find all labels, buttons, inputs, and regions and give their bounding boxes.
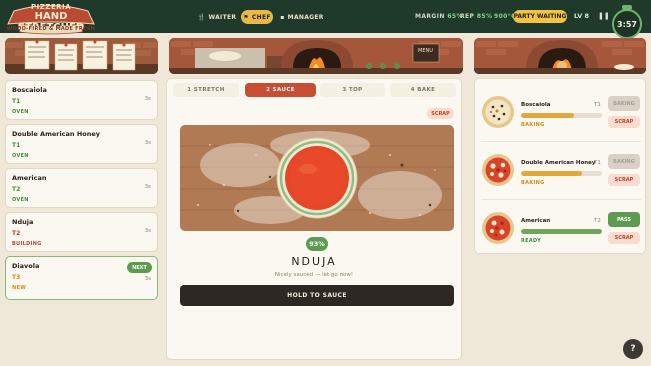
oven-table: T1 bbox=[594, 160, 601, 166]
party-waiting-badge[interactable]: PARTY WAITING bbox=[513, 10, 567, 23]
prep-station-panel: 1 STRETCH 2 SAUCE 3 TOP 4 BAKE SCRAP 93%… bbox=[166, 78, 462, 360]
order-ticket[interactable]: Double American Honey T1 OVEN 3s bbox=[5, 124, 158, 164]
shift-timer: 3:57 bbox=[612, 9, 642, 39]
ticket-table: T1 bbox=[12, 142, 21, 149]
svg-text:MENU: MENU bbox=[418, 48, 433, 54]
role-tab-label: MANAGER bbox=[287, 13, 324, 21]
bake-progress-bar bbox=[521, 113, 602, 118]
current-pizza-name: NDUJA bbox=[291, 255, 337, 268]
ticket-table: T1 bbox=[12, 98, 21, 105]
oven-scrap-button[interactable]: SCRAP bbox=[608, 232, 640, 244]
pause-icon[interactable]: ❚❚ bbox=[598, 12, 610, 20]
oven-pizza-image bbox=[482, 96, 514, 128]
oven-pizza-name: Double American Honey bbox=[521, 160, 596, 166]
margin-stat: MARGIN 65% bbox=[415, 13, 463, 20]
manager-icon: ▪ bbox=[280, 13, 285, 21]
sauce-coverage-badge: 93% bbox=[306, 237, 328, 251]
bake-progress-bar bbox=[521, 171, 602, 176]
oven-slot: Double American Honey T1 BAKING BAKING SCRAP bbox=[475, 145, 647, 197]
rep-value: 85% bbox=[476, 13, 493, 20]
ticket-pizza-name: Diavola bbox=[12, 262, 40, 270]
oven-slot: Boscaiola T1 BAKING BAKING SCRAP bbox=[475, 87, 647, 139]
level-indicator: LV 8 bbox=[574, 12, 590, 20]
ticket-status: OVEN bbox=[12, 197, 29, 203]
bake-progress-bar bbox=[521, 229, 602, 234]
bake-progress-fill bbox=[521, 171, 582, 176]
sauce-feedback: Nicely sauced — let go now! bbox=[274, 272, 354, 278]
step-label: 3 TOP bbox=[342, 87, 363, 93]
step-tab-bake[interactable]: 4 BAKE bbox=[390, 83, 456, 97]
baking-button[interactable]: BAKING bbox=[608, 154, 640, 169]
ticket-table: T2 bbox=[12, 230, 21, 237]
oven-divider bbox=[481, 141, 641, 142]
step-label: 4 BAKE bbox=[410, 87, 436, 93]
order-ticket[interactable]: Diavola T3 NEW 3s NEXT bbox=[5, 256, 158, 300]
logo-line-3: WOOD-FIRED & MADE FRESH bbox=[6, 26, 96, 32]
oven-pizza-image bbox=[482, 212, 514, 244]
oven-state: READY bbox=[521, 238, 542, 244]
pizzeria-logo: PIZZERIA HAND STRETCHED WOOD-FIRED & MAD… bbox=[4, 2, 98, 36]
ticket-pizza-name: Double American Honey bbox=[12, 130, 100, 138]
oven-scrap-button[interactable]: SCRAP bbox=[608, 116, 640, 128]
oven-divider bbox=[481, 199, 641, 200]
oven-scrap-button[interactable]: SCRAP bbox=[608, 174, 640, 186]
waiter-icon: 🍴 bbox=[197, 13, 206, 21]
role-tab-label: WAITER bbox=[208, 13, 237, 21]
bake-progress-fill bbox=[521, 113, 575, 118]
ticket-status: OVEN bbox=[12, 153, 29, 159]
ticket-status: NEW bbox=[12, 285, 27, 291]
step-tab-stretch[interactable]: 1 STRETCH bbox=[173, 83, 239, 97]
oven-pizza-name: Boscaiola bbox=[521, 102, 551, 108]
ticket-table: T3 bbox=[12, 274, 21, 281]
oven-table: T1 bbox=[594, 102, 601, 108]
oven-pizza-image bbox=[482, 154, 514, 186]
rep-label: REP bbox=[460, 13, 475, 20]
step-tab-top[interactable]: 3 TOP bbox=[320, 83, 385, 97]
ticket-pizza-name: Nduja bbox=[12, 218, 34, 226]
scrap-pizza-button[interactable]: SCRAP bbox=[427, 108, 454, 119]
baking-button[interactable]: BAKING bbox=[608, 96, 640, 111]
ticket-pizza-name: Boscaiola bbox=[12, 86, 47, 94]
order-ticket[interactable]: Nduja T2 BUILDING 3s bbox=[5, 212, 158, 252]
ticket-status: OVEN bbox=[12, 109, 29, 115]
role-tab-manager[interactable]: ▪ MANAGER bbox=[278, 10, 326, 24]
step-label: 2 SAUCE bbox=[266, 87, 295, 93]
bake-progress-fill bbox=[521, 229, 602, 234]
sauce-board[interactable] bbox=[180, 125, 454, 231]
oven-scene bbox=[474, 38, 646, 74]
kitchen-oven-scene: MENU bbox=[169, 38, 463, 74]
ticket-time: 3s bbox=[144, 228, 151, 234]
ticket-time: 3s bbox=[144, 184, 151, 190]
help-icon[interactable]: ? bbox=[623, 339, 643, 359]
ticket-time: 3s bbox=[144, 140, 151, 146]
top-bar: PIZZERIA HAND STRETCHED WOOD-FIRED & MAD… bbox=[0, 0, 651, 39]
order-ticket[interactable]: Boscaiola T1 OVEN 3s bbox=[5, 80, 158, 120]
oven-table: T2 bbox=[594, 218, 601, 224]
ticket-time: 3s bbox=[144, 276, 151, 282]
ticket-table: T2 bbox=[12, 186, 21, 193]
oven-state: BAKING bbox=[521, 180, 545, 186]
step-tab-sauce[interactable]: 2 SAUCE bbox=[245, 83, 316, 97]
ticket-board-scene bbox=[5, 38, 158, 74]
oven-pizza-name: American bbox=[521, 218, 551, 224]
role-tab-chef[interactable]: ⚑ CHEF bbox=[241, 10, 273, 24]
oven-slot: American T2 READY PASS SCRAP bbox=[475, 203, 647, 255]
ticket-pizza-name: American bbox=[12, 174, 47, 182]
chef-icon: ⚑ bbox=[243, 13, 249, 21]
hold-to-sauce-button[interactable]: HOLD TO SAUCE bbox=[180, 285, 454, 306]
logo-line-1: PIZZERIA bbox=[30, 3, 72, 11]
role-tab-waiter[interactable]: 🍴 WAITER bbox=[196, 10, 238, 24]
order-ticket[interactable]: American T2 OVEN 3s bbox=[5, 168, 158, 208]
ticket-status: BUILDING bbox=[12, 241, 42, 247]
oven-state: BAKING bbox=[521, 122, 545, 128]
margin-label: MARGIN bbox=[415, 13, 445, 20]
next-badge: NEXT bbox=[127, 262, 152, 273]
step-label: 1 STRETCH bbox=[187, 87, 225, 93]
ticket-time: 3s bbox=[144, 96, 151, 102]
role-tab-label: CHEF bbox=[251, 13, 271, 21]
oven-panel: Boscaiola T1 BAKING BAKING SCRAP Double Ameri… bbox=[474, 78, 646, 254]
pass-button[interactable]: PASS bbox=[608, 212, 640, 227]
rep-stat: REP 85% bbox=[460, 13, 492, 20]
